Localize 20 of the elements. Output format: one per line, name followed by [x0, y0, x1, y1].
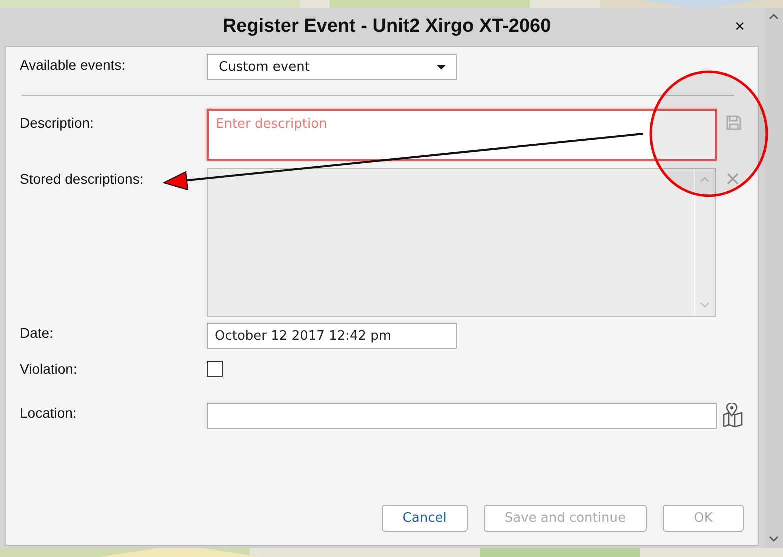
field-label: Available events:: [20, 57, 127, 73]
delete-icon[interactable]: [727, 173, 739, 185]
field-label: Violation:: [20, 361, 78, 377]
field-label: Description:: [20, 115, 95, 131]
location-field[interactable]: [207, 403, 717, 429]
description-field[interactable]: Enter description: [207, 109, 717, 161]
close-button[interactable]: ×: [735, 20, 745, 34]
dialog-button[interactable]: Cancel: [382, 505, 468, 532]
field-label: Stored descriptions:: [20, 171, 145, 187]
window-title: Register Event - Unit2 Xirgo XT-2060: [222, 16, 552, 38]
map-pin-icon[interactable]: [722, 403, 744, 427]
violation-checkbox[interactable]: [207, 361, 223, 377]
scroll-down-icon[interactable]: [769, 536, 779, 542]
scrollbar[interactable]: [765, 8, 783, 548]
caret-icon: [437, 64, 446, 70]
field-label: Date:: [20, 325, 54, 341]
date-field[interactable]: October 12 2017 12:42 pm: [207, 323, 457, 349]
scroll-up-icon[interactable]: [769, 14, 779, 20]
field-label: Location:: [20, 405, 78, 421]
event-dropdown[interactable]: Custom event: [207, 54, 457, 80]
